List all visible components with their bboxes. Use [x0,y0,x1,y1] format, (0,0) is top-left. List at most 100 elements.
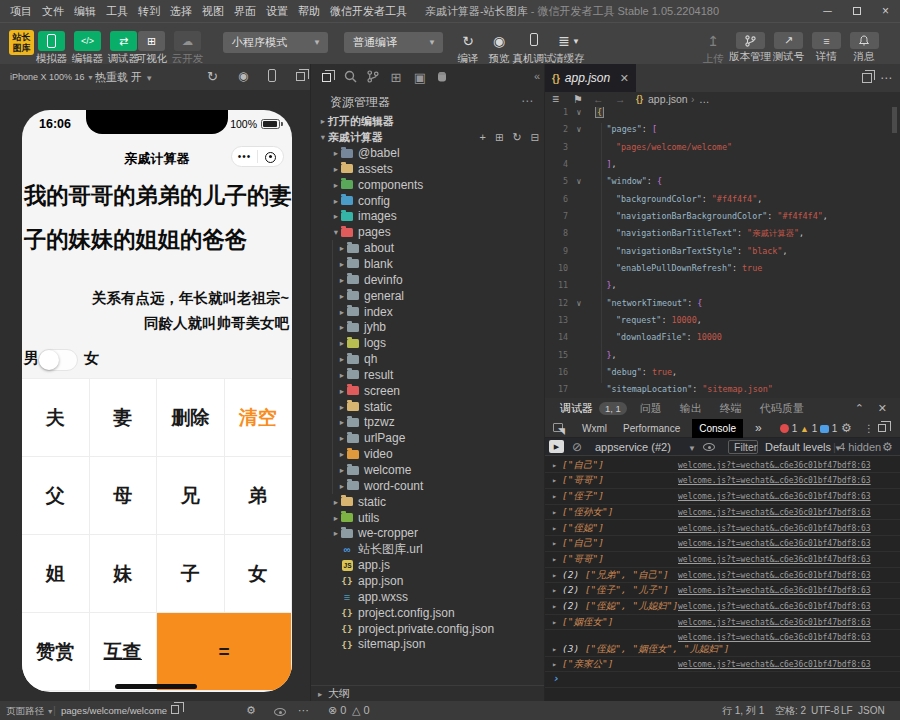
keypad-key[interactable]: 妻 [90,379,158,457]
exit-button[interactable] [258,150,283,164]
menu-item[interactable]: 设置 [261,4,293,19]
tab-output[interactable]: 输出 [680,401,702,416]
keypad-key[interactable]: 赞赏 [22,613,90,691]
keypad-key[interactable]: 女 [225,535,293,613]
page-path-selector[interactable]: 页面路径 ▼ [6,701,54,720]
warning-count[interactable]: ▲ 1 [800,423,817,434]
tree-item[interactable]: ▸qh [311,351,544,367]
tree-item[interactable]: {}project.config.json [311,605,544,621]
tab-console[interactable]: Console [692,419,743,438]
cloud-dev-button[interactable]: ☁ 云开发 [172,31,203,66]
tree-item[interactable]: ∞站长图库.url [311,541,544,557]
gender-toggle[interactable] [38,349,78,371]
tree-item[interactable]: ▸images [311,209,544,225]
menu-item[interactable]: 视图 [197,4,229,19]
keypad-key[interactable]: = [157,613,292,691]
tree-item[interactable]: ▸we-cropper [311,526,544,542]
keypad-key[interactable]: 兄 [157,457,225,535]
editor-more-icon[interactable]: ⋯ [880,64,893,92]
extensions-icon[interactable]: ⊞ [386,70,406,85]
source-link[interactable]: welcome.js?t=wechat&…c6e36c01bf47bdf8:63 [678,461,871,470]
split-editor-icon[interactable] [862,64,872,92]
keypad-key[interactable]: 母 [90,457,158,535]
tab-terminal[interactable]: 终端 [720,401,742,416]
source-link[interactable]: welcome.js?t=wechat&…c6e36c01bf47bdf8:63 [678,492,871,501]
refresh-icon[interactable]: ↻ [207,69,218,84]
popout-icon[interactable] [878,423,886,434]
tab-problems[interactable]: 问题 [640,401,662,416]
forward-icon[interactable]: → [615,92,626,107]
console-prompt[interactable]: › [553,672,560,685]
source-link[interactable]: welcome.js?t=wechat&…c6e36c01bf47bdf8:63 [678,660,871,669]
search-icon[interactable] [340,70,360,86]
menu-item[interactable]: 项目 [5,4,37,19]
mode-dropdown[interactable]: 小程序模式▼ [223,32,328,53]
source-link[interactable]: welcome.js?t=wechat&…c6e36c01bf47bdf8:63 [678,586,871,595]
tree-item[interactable]: ▸word-count [311,478,544,494]
expand-icon[interactable]: ▸ [552,507,557,517]
minimize-button[interactable]: ─ [813,0,842,22]
project-root[interactable]: ▾亲戚计算器 +⊞↻⊟ [311,129,544,145]
menu-item[interactable]: 编辑 [69,4,101,19]
new-file-icon[interactable]: + [480,131,486,143]
debugger-button[interactable]: ⇄ 调试器 [108,31,139,66]
warning-status[interactable]: △ 0 [352,701,370,720]
tree-item[interactable]: ▸devinfo [311,272,544,288]
close-button[interactable]: × [871,0,900,22]
tree-item[interactable]: JSapp.js [311,557,544,573]
tree-item[interactable]: ▸screen [311,383,544,399]
explorer-icon[interactable] [316,70,336,85]
indent-setting[interactable]: 空格: 2 [775,701,806,720]
tree-item[interactable]: ▸result [311,367,544,383]
tab-code-quality[interactable]: 代码质量 [760,401,804,416]
status-more-icon[interactable]: ⋯ [298,701,310,720]
tree-item[interactable]: {}app.json [311,573,544,589]
messages-button[interactable]: 消息 [843,30,885,64]
menu-item[interactable]: 帮助 [293,4,325,19]
source-link[interactable]: welcome.js?t=wechat&…c6e36c01bf47bdf8:63 [678,618,871,627]
source-link[interactable]: welcome.js?t=wechat&…c6e36c01bf47bdf8:63 [678,508,871,517]
bug-icon[interactable]: ⚙ [246,701,256,720]
menu-item[interactable]: 转到 [133,4,165,19]
menu-item[interactable]: 选择 [165,4,197,19]
tree-item[interactable]: ▸about [311,240,544,256]
expand-icon[interactable]: ▸ [552,475,557,485]
tree-item[interactable]: ▸config [311,193,544,209]
keypad-key[interactable]: 删除 [157,379,225,457]
filter-input[interactable]: Filter [728,440,758,454]
console-settings-icon[interactable]: ⚙ [882,438,893,456]
expand-icon[interactable]: ▸ [552,585,557,595]
tree-item[interactable]: ▸static [311,399,544,415]
simulator-button[interactable]: 模拟器 [36,31,67,66]
back-icon[interactable]: ← [593,92,604,107]
tree-item[interactable]: ▸@babel [311,145,544,161]
console-log-row[interactable]: welcome.js?t=wechat&…c6e36c01bf47bdf8:63… [545,630,900,656]
fold-icon[interactable]: ∨ [572,107,586,121]
clear-console-icon[interactable]: ⊘ [572,438,582,456]
tree-item[interactable]: ▸index [311,304,544,320]
breadcrumb-more[interactable]: … [699,92,710,107]
tab-wxml[interactable]: Wxml [582,423,607,434]
tree-item[interactable]: ≡app.wxss [311,589,544,605]
editor-button[interactable]: </> 编辑器 [72,31,103,66]
fold-icon[interactable]: ∨ [572,173,586,190]
fold-icon[interactable]: ∨ [572,121,586,138]
keypad-key[interactable]: 弟 [225,457,293,535]
source-link[interactable]: welcome.js?t=wechat&…c6e36c01bf47bdf8:63 [678,476,871,485]
tab-debugger[interactable]: 调试器 [560,401,593,416]
compile-button[interactable]: ↻ 编译 [454,31,482,66]
collapse-sidebar-icon[interactable]: « [527,70,544,82]
copy-path-icon[interactable] [171,701,179,720]
console-log-area[interactable]: ▸ ["自己"] welcome.js?t=wechat&…c6e36c01bf… [545,456,900,701]
eye-icon[interactable] [703,443,715,451]
console-log-row[interactable]: ▸ (2) ["兄弟", "自己"] welcome.js?t=wechat&…… [545,568,900,584]
tree-item[interactable]: ▸logs [311,335,544,351]
inspect-icon[interactable]: ◥ [553,422,566,434]
more-actions-icon[interactable]: ⋯ [521,94,534,108]
console-log-row[interactable]: ▸ ["自己"] welcome.js?t=wechat&…c6e36c01bf… [545,458,900,474]
new-folder-icon[interactable]: ⊞ [495,132,503,143]
console-log-row[interactable]: ▸ ["亲家公"] welcome.js?t=wechat&…c6e36c01b… [545,657,900,673]
console-log-row[interactable]: ▸ ["侄媳"] welcome.js?t=wechat&…c6e36c01bf… [545,521,900,537]
code-editor[interactable]: 1∨{2∨"pages": [3"pages/welcome/welcome"4… [545,107,900,398]
tree-item[interactable]: ▸urlPage [311,430,544,446]
